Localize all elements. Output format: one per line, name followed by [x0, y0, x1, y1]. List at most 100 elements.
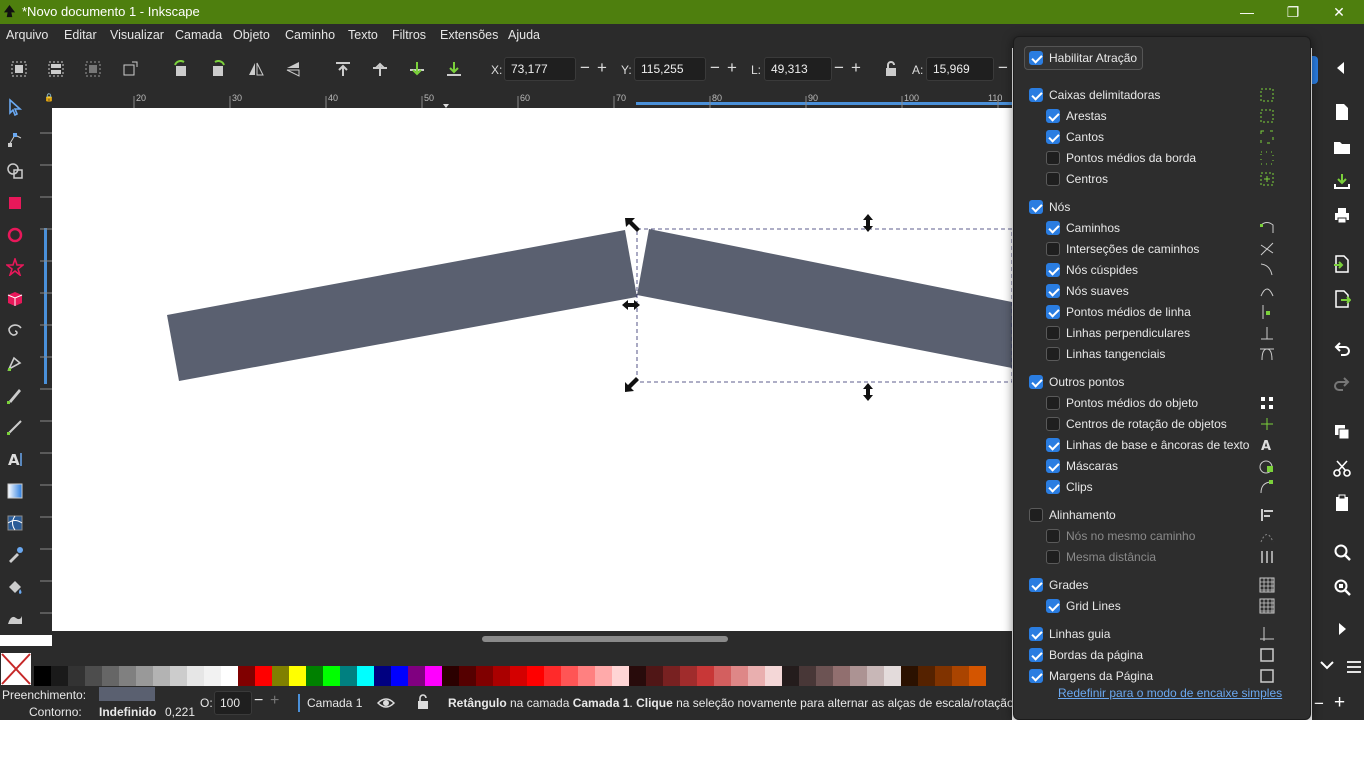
menu-editar[interactable]: Editar — [64, 28, 97, 42]
paste-icon[interactable] — [1333, 494, 1351, 512]
enable-snap-checkbox[interactable] — [1029, 51, 1043, 65]
palette-swatch[interactable] — [170, 666, 187, 686]
palette-swatch[interactable] — [595, 666, 612, 686]
dropper-tool-icon[interactable] — [6, 546, 24, 564]
palette-swatch[interactable] — [340, 666, 357, 686]
expand-arrow-icon[interactable] — [1336, 622, 1348, 636]
snap-option-row[interactable]: Caminhos — [1046, 218, 1120, 238]
lock-ratio-icon[interactable] — [882, 60, 900, 78]
snap-option-row[interactable]: Linhas de base e âncoras de texto — [1046, 435, 1249, 455]
snap-option-checkbox[interactable] — [1046, 438, 1060, 452]
palette-swatch[interactable] — [255, 666, 272, 686]
snap-option-row[interactable]: Linhas tangenciais — [1046, 344, 1165, 364]
flip-vertical-icon[interactable] — [284, 60, 302, 78]
palette-swatch[interactable] — [493, 666, 510, 686]
layer-name[interactable]: Camada 1 — [307, 696, 362, 710]
rectangle-tool-icon[interactable] — [6, 194, 24, 212]
text-tool-icon[interactable]: A — [6, 450, 24, 468]
snap-option-row[interactable]: Nós no mesmo caminho — [1046, 526, 1195, 546]
snap-option-checkbox[interactable] — [1029, 508, 1043, 522]
3d-box-tool-icon[interactable] — [6, 290, 24, 308]
palette-swatch[interactable] — [561, 666, 578, 686]
stroke-value[interactable]: Indefinido — [99, 705, 156, 719]
zoom-out-button[interactable]: − — [1314, 694, 1324, 714]
palette-swatch[interactable] — [748, 666, 765, 686]
chevron-down-icon[interactable] — [1320, 660, 1334, 670]
spiral-tool-icon[interactable] — [6, 322, 24, 340]
width-increment-button[interactable]: + — [851, 59, 861, 77]
cut-icon[interactable] — [1333, 459, 1351, 477]
palette-swatch[interactable] — [221, 666, 238, 686]
palette-swatch[interactable] — [357, 666, 374, 686]
new-document-icon[interactable] — [1333, 103, 1351, 121]
palette-swatch[interactable] — [612, 666, 629, 686]
palette-swatch[interactable] — [816, 666, 833, 686]
snap-option-checkbox[interactable] — [1029, 669, 1043, 683]
menu-caminho[interactable]: Caminho — [285, 28, 335, 42]
mesh-tool-icon[interactable] — [6, 514, 24, 532]
palette-swatch[interactable] — [136, 666, 153, 686]
palette-swatch[interactable] — [102, 666, 119, 686]
select-all-layers-icon[interactable] — [47, 60, 65, 78]
palette-swatch[interactable] — [952, 666, 969, 686]
stroke-width[interactable]: 0,221 — [165, 705, 195, 719]
palette-swatch[interactable] — [204, 666, 221, 686]
snap-option-row[interactable]: Outros pontos — [1029, 372, 1124, 392]
palette-swatch[interactable] — [323, 666, 340, 686]
menu-visualizar[interactable]: Visualizar — [110, 28, 164, 42]
width-decrement-button[interactable]: − — [834, 59, 844, 77]
copy-icon[interactable] — [1333, 423, 1351, 441]
scrollbar-thumb[interactable] — [482, 636, 728, 642]
save-icon[interactable] — [1333, 172, 1351, 190]
snap-option-checkbox[interactable] — [1046, 529, 1060, 543]
palette-swatch[interactable] — [578, 666, 595, 686]
snap-option-checkbox[interactable] — [1046, 242, 1060, 256]
menu-extensoes[interactable]: Extensões — [440, 28, 498, 42]
palette-swatch[interactable] — [918, 666, 935, 686]
y-input[interactable]: 115,255 — [634, 57, 706, 81]
snap-option-row[interactable]: Caixas delimitadoras — [1029, 85, 1160, 105]
palette-swatch[interactable] — [459, 666, 476, 686]
fill-swatch[interactable] — [99, 687, 155, 701]
snap-option-checkbox[interactable] — [1029, 88, 1043, 102]
palette-swatch[interactable] — [391, 666, 408, 686]
height-decrement-button[interactable]: − — [998, 59, 1008, 77]
snap-option-row[interactable]: Cantos — [1046, 127, 1104, 147]
palette-swatch[interactable] — [119, 666, 136, 686]
eye-icon[interactable] — [377, 695, 395, 711]
zoom-in-button[interactable]: + — [1334, 692, 1345, 714]
open-file-icon[interactable] — [1333, 138, 1351, 156]
palette-swatch[interactable] — [238, 666, 255, 686]
snap-option-row[interactable]: Margens da Página — [1029, 666, 1153, 686]
palette-swatch[interactable] — [476, 666, 493, 686]
snap-option-checkbox[interactable] — [1029, 627, 1043, 641]
snap-option-row[interactable]: Nós cúspides — [1046, 260, 1138, 280]
maximize-button[interactable]: ❐ — [1270, 0, 1316, 24]
menu-objeto[interactable]: Objeto — [233, 28, 270, 42]
snap-option-row[interactable]: Alinhamento — [1029, 505, 1116, 525]
enable-snap-row[interactable]: Habilitar Atração — [1029, 48, 1137, 68]
palette-swatch[interactable] — [714, 666, 731, 686]
snap-option-checkbox[interactable] — [1046, 284, 1060, 298]
palette-swatch[interactable] — [697, 666, 714, 686]
snap-option-checkbox[interactable] — [1029, 375, 1043, 389]
palette-swatch[interactable] — [442, 666, 459, 686]
y-decrement-button[interactable]: − — [710, 59, 720, 77]
menu-camada[interactable]: Camada — [175, 28, 222, 42]
rotate-cw-icon[interactable] — [209, 60, 227, 78]
palette-swatch[interactable] — [629, 666, 646, 686]
snap-option-row[interactable]: Mesma distância — [1046, 547, 1156, 567]
node-tool-icon[interactable] — [6, 130, 24, 148]
palette-swatch[interactable] — [272, 666, 289, 686]
x-increment-button[interactable]: + — [597, 59, 607, 77]
opacity-decrement-button[interactable]: − — [254, 692, 263, 710]
snap-option-checkbox[interactable] — [1046, 326, 1060, 340]
snap-option-row[interactable]: Linhas perpendiculares — [1046, 323, 1190, 343]
deselect-icon[interactable] — [84, 60, 102, 78]
snap-option-checkbox[interactable] — [1046, 480, 1060, 494]
snap-option-row[interactable]: Centros de rotação de objetos — [1046, 414, 1227, 434]
snap-popover-arrow-icon[interactable] — [1334, 61, 1346, 75]
palette-swatch[interactable] — [646, 666, 663, 686]
export-icon[interactable] — [1333, 290, 1351, 308]
transform-handles-icon[interactable] — [121, 60, 139, 78]
